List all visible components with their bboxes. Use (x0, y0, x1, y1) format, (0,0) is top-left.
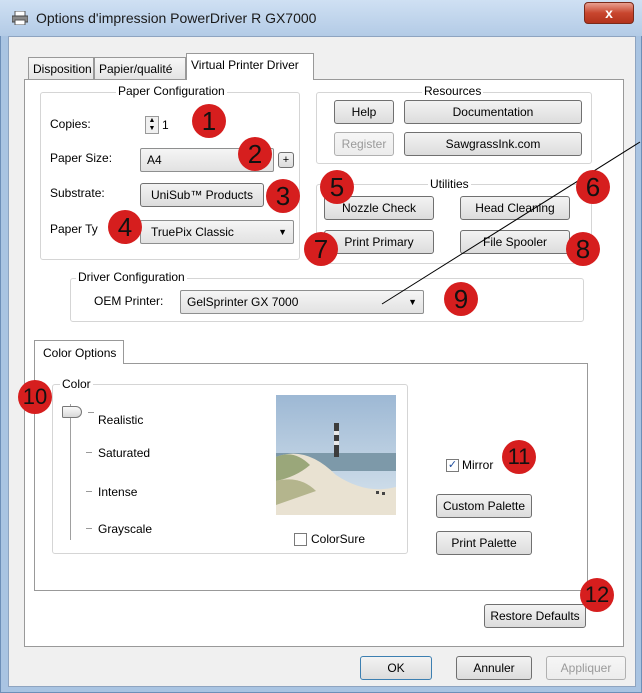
marker-10: 10 (18, 380, 52, 414)
level-grayscale[interactable]: Grayscale (98, 522, 152, 536)
copies-value[interactable]: 1 (162, 118, 169, 132)
level-realistic[interactable]: Realistic (98, 413, 143, 427)
marker-4: 4 (108, 210, 142, 244)
paper-size-add-button[interactable]: + (278, 152, 294, 168)
level-intense[interactable]: Intense (98, 485, 137, 499)
marker-8: 8 (566, 232, 600, 266)
tab-disposition[interactable]: Disposition (28, 57, 94, 79)
marker-1: 1 (192, 104, 226, 138)
marker-12: 12 (580, 578, 614, 612)
print-palette-button[interactable]: Print Palette (436, 531, 532, 555)
custom-palette-button[interactable]: Custom Palette (436, 494, 532, 518)
tab-color-options[interactable]: Color Options (34, 340, 124, 364)
oem-printer-value: GelSprinter GX 7000 (187, 295, 299, 309)
paper-size-label: Paper Size: (50, 151, 113, 165)
paper-type-value: TruePix Classic (151, 225, 234, 239)
apply-button[interactable]: Appliquer (546, 656, 626, 680)
colorsure-label[interactable]: ColorSure (311, 532, 365, 546)
paper-type-label: Paper Ty (50, 222, 98, 236)
slider-tick (86, 528, 92, 529)
marker-3: 3 (266, 179, 300, 213)
substrate-button[interactable]: UniSub™ Products (140, 183, 264, 207)
documentation-button[interactable]: Documentation (404, 100, 582, 124)
close-button[interactable]: x (584, 2, 634, 24)
window-title: Options d'impression PowerDriver R GX700… (36, 10, 317, 26)
tab-papier-qualite[interactable]: Papier/qualité (94, 57, 186, 79)
slider-tick (88, 412, 94, 413)
color-slider-track[interactable] (70, 404, 71, 540)
marker-9: 9 (444, 282, 478, 316)
paper-type-select[interactable]: TruePix Classic ▼ (140, 220, 294, 244)
ok-button[interactable]: OK (360, 656, 432, 680)
tab-virtual-printer-driver[interactable]: Virtual Printer Driver (186, 53, 314, 80)
paper-configuration-title: Paper Configuration (116, 84, 227, 98)
marker-6: 6 (576, 170, 610, 204)
copies-label: Copies: (50, 117, 91, 131)
slider-tick (86, 491, 92, 492)
marker-5: 5 (320, 170, 354, 204)
preview-image (276, 395, 396, 515)
help-button[interactable]: Help (334, 100, 394, 124)
copies-spinner[interactable]: ▲ ▼ (145, 116, 159, 134)
printer-icon (12, 11, 28, 25)
marker-2: 2 (238, 137, 272, 171)
resources-title: Resources (422, 84, 484, 98)
slider-tick (86, 452, 92, 453)
mirror-label[interactable]: Mirror (462, 458, 493, 472)
paper-size-value: A4 (147, 153, 162, 167)
cancel-button[interactable]: Annuler (456, 656, 532, 680)
color-slider-thumb[interactable] (62, 406, 82, 418)
oem-printer-label: OEM Printer: (94, 294, 164, 308)
marker-7: 7 (304, 232, 338, 266)
driver-configuration-title: Driver Configuration (76, 270, 187, 284)
chevron-down-icon: ▼ (278, 227, 287, 237)
color-group-title: Color (60, 377, 93, 391)
level-saturated[interactable]: Saturated (98, 446, 150, 460)
substrate-label: Substrate: (50, 186, 105, 200)
colorsure-checkbox[interactable] (294, 533, 307, 546)
mirror-checkbox[interactable]: ✓ (446, 459, 459, 472)
restore-defaults-button[interactable]: Restore Defaults (484, 604, 586, 628)
callout-line (381, 141, 641, 305)
marker-11: 11 (502, 440, 536, 474)
